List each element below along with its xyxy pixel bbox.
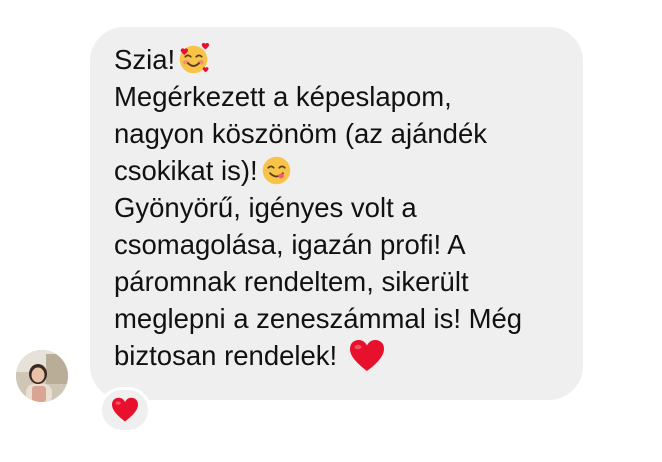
message-line: Szia!	[114, 41, 563, 78]
message-text: meglepni a zeneszámmal is! Még	[114, 303, 523, 334]
message-line: meglepni a zeneszámmal is! Még	[114, 300, 563, 337]
smiling-face-with-hearts-icon	[177, 43, 210, 76]
message-line: csokikat is)!	[114, 152, 563, 189]
message-line: csomagolása, igazán profi! A	[114, 226, 563, 263]
profile-photo	[16, 350, 68, 402]
message-text: biztosan rendelek!	[114, 340, 338, 371]
message-text: Megérkezett a képeslapom,	[114, 81, 452, 112]
avatar[interactable]	[16, 350, 68, 402]
message-text: páromnak rendeltem, sikerült	[114, 266, 469, 297]
message-text: csomagolása, igazán profi! A	[114, 229, 466, 260]
red-heart-icon	[112, 397, 138, 422]
message-line: Megérkezett a képeslapom,	[114, 78, 563, 115]
reaction-badge[interactable]	[99, 387, 151, 433]
message-text: csokikat is)!	[114, 155, 258, 186]
message-text: nagyon köszönöm (az ajándék	[114, 118, 488, 149]
message-text: Szia!	[114, 44, 176, 75]
face-savoring-food-icon	[260, 154, 293, 187]
message-line: biztosan rendelek!	[114, 337, 563, 374]
message-line: nagyon köszönöm (az ajándék	[114, 115, 563, 152]
message-line: páromnak rendeltem, sikerült	[114, 263, 563, 300]
red-heart-icon	[349, 339, 385, 373]
message-line: Gyönyörű, igényes volt a	[114, 189, 563, 226]
message-bubble[interactable]: Szia! Megérkezett a képeslapom, nagyon k…	[90, 27, 583, 400]
message-text: Gyönyörű, igényes volt a	[114, 192, 417, 223]
